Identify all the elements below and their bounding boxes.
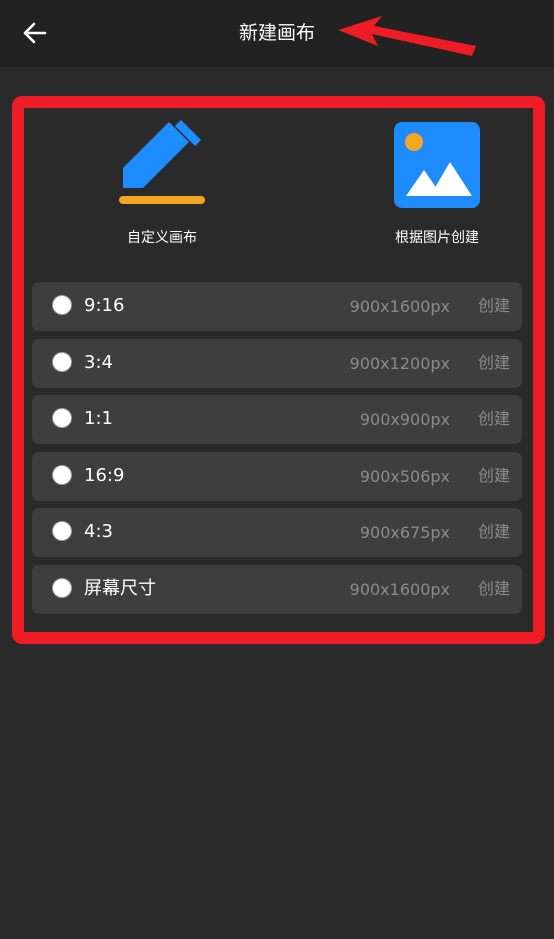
ratio-size: 900x675px xyxy=(359,523,450,542)
create-button[interactable]: 创建 xyxy=(478,351,510,375)
image-icon xyxy=(394,122,480,208)
ratio-row-9-16[interactable]: 9:16 900x1600px 创建 xyxy=(32,282,522,331)
ratio-row-16-9[interactable]: 16:9 900x506px 创建 xyxy=(32,452,522,501)
ratio-name: 9:16 xyxy=(84,295,125,316)
ratio-row-1-1[interactable]: 1:1 900x900px 创建 xyxy=(32,395,522,444)
radio-button[interactable] xyxy=(52,465,72,485)
ratio-size: 900x1600px xyxy=(349,580,450,599)
ratio-name: 屏幕尺寸 xyxy=(84,578,156,599)
radio-button[interactable] xyxy=(52,352,72,372)
radio-button[interactable] xyxy=(52,578,72,598)
create-button[interactable]: 创建 xyxy=(478,577,510,601)
ratio-name: 16:9 xyxy=(84,465,125,486)
custom-canvas-option[interactable]: 自定义画布 xyxy=(82,120,242,248)
ratio-row-3-4[interactable]: 3:4 900x1200px 创建 xyxy=(32,339,522,388)
ratio-row-screen-size[interactable]: 屏幕尺寸 900x1600px 创建 xyxy=(32,565,522,614)
ratio-size: 900x506px xyxy=(359,467,450,486)
create-button[interactable]: 创建 xyxy=(478,407,510,431)
create-from-image-label: 根据图片创建 xyxy=(395,230,479,246)
pencil-icon xyxy=(119,120,205,204)
new-canvas-panel: 自定义画布 根据图片创建 9:16 900x1600px 创建 3:4 900x… xyxy=(24,108,533,632)
radio-button[interactable] xyxy=(52,521,72,541)
radio-button[interactable] xyxy=(52,295,72,315)
create-button[interactable]: 创建 xyxy=(478,464,510,488)
ratio-row-4-3[interactable]: 4:3 900x675px 创建 xyxy=(32,508,522,557)
custom-canvas-label: 自定义画布 xyxy=(127,230,197,246)
create-button[interactable]: 创建 xyxy=(478,520,510,544)
ratio-size: 900x1200px xyxy=(349,354,450,373)
ratio-name: 3:4 xyxy=(84,352,113,373)
annotation-arrow xyxy=(338,16,476,56)
create-from-image-option[interactable]: 根据图片创建 xyxy=(357,120,517,248)
ratio-size: 900x900px xyxy=(359,410,450,429)
ratio-name: 4:3 xyxy=(84,521,113,542)
ratio-size: 900x1600px xyxy=(349,297,450,316)
radio-button[interactable] xyxy=(52,408,72,428)
ratio-name: 1:1 xyxy=(84,408,113,429)
create-button[interactable]: 创建 xyxy=(478,294,510,318)
